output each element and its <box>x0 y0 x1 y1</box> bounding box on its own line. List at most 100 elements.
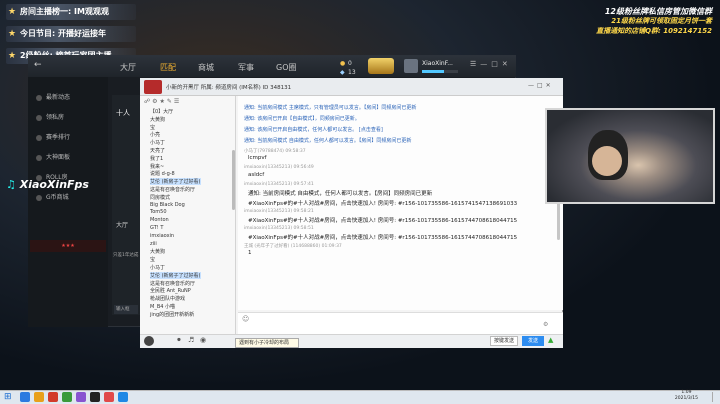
channel-tree-item[interactable]: imxiaoxin <box>150 233 174 239</box>
taskbar-app-icon[interactable] <box>90 392 100 402</box>
message-text: #XiaoXinFps#的#十人对战#房间，点击快速加入! 房间号: #r156… <box>248 201 518 207</box>
sidebar-item-icon <box>36 114 42 121</box>
channel-tree-item[interactable]: 同房模式 <box>150 194 170 201</box>
message-meta: imxiaoxin(13345213) 09:57:41 <box>244 182 314 187</box>
coin-count: 0 <box>348 60 352 67</box>
mid-label: 十人 <box>116 109 130 117</box>
window-controls[interactable]: ☰—□✕ <box>470 60 512 68</box>
channel-tree-item[interactable]: jing的团团开新新新 <box>150 311 194 318</box>
sidebar-item-label: 最新动态 <box>46 94 71 101</box>
sidebar-item-icon <box>36 94 42 101</box>
chat-title: 小新的开黑厅 所属: 频道房间 (IM名称) ID 348131 <box>166 85 292 91</box>
channel-tree-item[interactable]: 宝 <box>150 256 155 263</box>
nav-tab[interactable]: GO圈 <box>276 62 297 73</box>
channel-tree-item[interactable]: 我了1 <box>150 155 163 162</box>
tooltip: 遇到有小子冷却的布局 <box>235 338 299 348</box>
input-settings-icon[interactable]: ⚙ <box>543 321 548 328</box>
enter-box[interactable]: 输入框 <box>114 305 138 314</box>
nav-tab[interactable]: 商城 <box>198 62 214 73</box>
chat-room-avatar <box>144 80 162 94</box>
message-meta: imxiaoxin(13345213) 09:58:21 <box>244 209 314 214</box>
channel-tree-item[interactable]: M_B4 小喵 <box>150 303 175 310</box>
nav-tab[interactable]: 军事 <box>238 62 254 73</box>
message-text: asldcf <box>248 172 265 178</box>
back-arrow-icon[interactable]: ← <box>34 60 42 70</box>
level-bar <box>422 70 458 73</box>
sidebar-item[interactable]: 领私房 <box>36 112 64 121</box>
channel-tree-item[interactable]: 宝 <box>150 124 155 131</box>
channel-tree-item[interactable]: 这是有召唤音乐的厅 <box>150 186 195 193</box>
channel-tree-item[interactable]: GT! T <box>150 225 163 231</box>
message-input[interactable] <box>238 312 563 334</box>
channel-tree-item[interactable]: 大黄狗 <box>150 248 165 255</box>
points-icon: ◆ <box>340 69 345 76</box>
mic-icon[interactable]: ⚫ <box>176 336 182 344</box>
message-text: #XiaoXinFps#的#十人对战#房间，点击快速加入! 房间号: #r156… <box>248 235 518 241</box>
channel-tree-item[interactable]: Tom50 <box>150 209 167 215</box>
channel-tree-item[interactable]: 小亮 <box>150 131 160 138</box>
speaker-icon[interactable]: ♬ <box>188 336 194 344</box>
sidebar-item-label: 大神面板 <box>46 154 71 161</box>
channel-tree-item[interactable]: 小马丁 <box>150 264 165 271</box>
banner-text: 今日节目: 开播好运接年 <box>20 29 106 38</box>
taskbar-app-icon[interactable] <box>34 392 44 402</box>
channel-tree-item[interactable]: 艾伦 (新房子了过好看) <box>150 271 201 279</box>
channel-tree-item[interactable]: ziii <box>150 241 157 247</box>
room-mid-panel <box>112 95 140 315</box>
taskbar-app-icon[interactable] <box>62 392 72 402</box>
mid-label-2: 大厅 <box>116 222 129 229</box>
taskbar-app-icon[interactable] <box>118 392 128 402</box>
sidebar-item-label: 领私房 <box>46 114 65 121</box>
taskbar-app-icon[interactable] <box>76 392 86 402</box>
channel-tree-item[interactable]: 说题 d-g-8 <box>150 170 175 177</box>
chat-window-controls[interactable]: —□✕ <box>528 82 554 89</box>
sidebar-item[interactable]: 赛季排行 <box>36 132 70 141</box>
star-icon: ★ <box>8 29 17 39</box>
system-notice: 通知: 当前房间模式 自由模式，任何人都可以发言。【房间】同频房间已更新 <box>244 138 412 144</box>
channel-tree-item[interactable]: 小马丁 <box>150 139 165 146</box>
send-mode-button[interactable]: 按键发送 <box>490 336 518 346</box>
channel-tree-item[interactable]: Monton <box>150 217 169 223</box>
sidebar-item-icon <box>36 194 42 201</box>
sidebar-item[interactable]: 最新动态 <box>36 92 70 101</box>
channel-tree-item[interactable]: 艾伦 (新房子了过好看) <box>150 178 201 186</box>
overlay-banner: ★ 房间主播榜一: IM观观观 <box>6 4 136 20</box>
message-text: #XiaoXinFps#的#十人对战#房间，点击快速加入! 房间号: #r156… <box>248 218 518 224</box>
taskbar-app-icon[interactable] <box>48 392 58 402</box>
logo-badge <box>368 58 394 74</box>
taskbar-clock[interactable]: 1:09 2021/3/15 <box>675 390 698 402</box>
record-icon[interactable]: ◉ <box>200 336 206 344</box>
emoji-icon[interactable]: ☺ <box>242 315 249 323</box>
nav-tab[interactable]: 大厅 <box>120 62 136 73</box>
message-meta: imxiaoxin(13345213) 09:58:51 <box>244 226 314 231</box>
nav-tab[interactable]: 匹配 <box>160 62 176 73</box>
channel-tree-item[interactable]: 全民胜 Ant_RuNP <box>150 287 191 294</box>
start-icon[interactable]: ⊞ <box>4 392 12 402</box>
username[interactable]: XiaoXinF... <box>422 60 453 67</box>
avatar[interactable] <box>404 59 418 73</box>
show-desktop-button[interactable] <box>712 392 718 402</box>
message-text: lcmpvf <box>248 155 267 161</box>
channel-tree-item[interactable]: 【0】大厅 <box>150 108 173 115</box>
overlay-banner: ★ 今日节目: 开播好运接年 <box>6 26 136 42</box>
mid-hint: 只差1年达成 <box>113 253 139 258</box>
channel-tree-item[interactable]: 大黄狗 <box>150 116 165 123</box>
user-avatar[interactable] <box>144 336 154 346</box>
channel-tree-item[interactable]: Big Black Dog <box>150 202 185 208</box>
channel-tree-item[interactable]: 天亮了 <box>150 147 165 154</box>
sidebar-item-label: 赛季排行 <box>46 134 71 141</box>
sidebar-item[interactable]: G币商城 <box>36 192 69 201</box>
channel-tree-item[interactable]: 我来~ <box>150 163 164 170</box>
tree-toolbar[interactable]: ☍⚙★✎☰ <box>144 98 181 105</box>
taskbar-app-icon[interactable] <box>20 392 30 402</box>
message-text: 1 <box>248 250 252 256</box>
channel-tree-item[interactable]: 枪战团队中游戏 <box>150 295 185 302</box>
banner-text: 房间主播榜一: IM观观观 <box>20 7 109 16</box>
sidebar-item-icon <box>36 154 42 161</box>
taskbar-app-icon[interactable] <box>104 392 114 402</box>
tree-scrollbar[interactable] <box>232 150 235 210</box>
sidebar-item[interactable]: 大神面板 <box>36 152 70 161</box>
send-button[interactable]: 发送 <box>522 336 544 346</box>
message-scrollbar[interactable] <box>557 200 560 240</box>
channel-tree-item[interactable]: 这是有召唤音乐的厅 <box>150 280 195 287</box>
